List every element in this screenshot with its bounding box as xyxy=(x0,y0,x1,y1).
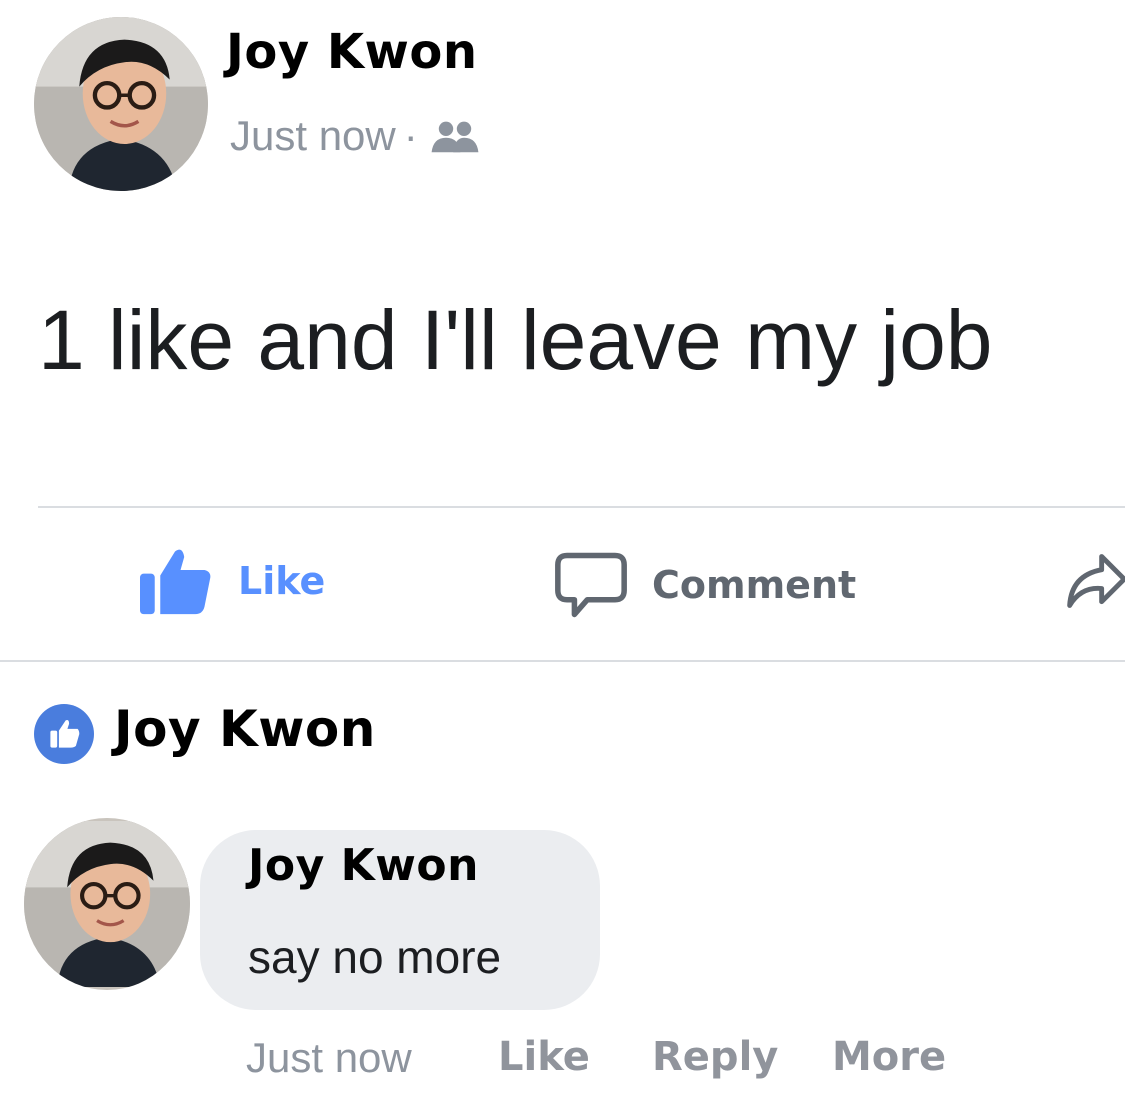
comment-bubble-icon xyxy=(555,552,627,618)
avatar-photo xyxy=(34,17,208,191)
friends-icon[interactable] xyxy=(428,117,482,155)
comment-author-avatar[interactable] xyxy=(24,818,190,990)
comment-button[interactable]: Comment xyxy=(554,550,856,620)
post-author-name[interactable]: Joy Kwon xyxy=(226,24,478,80)
post-author-avatar[interactable] xyxy=(34,17,208,191)
like-badge-icon[interactable] xyxy=(34,704,94,764)
comment-author-name[interactable]: Joy Kwon xyxy=(248,840,479,891)
comment-more-link[interactable]: More xyxy=(832,1034,946,1080)
comment-timestamp[interactable]: Just now xyxy=(246,1034,412,1082)
avatar-photo xyxy=(24,821,190,987)
post-divider-top xyxy=(38,506,1125,508)
post-text: 1 like and I'll leave my job xyxy=(38,293,993,387)
share-button[interactable] xyxy=(1064,548,1125,614)
meta-separator: · xyxy=(403,112,418,159)
like-button-label: Like xyxy=(238,559,326,603)
comment-like-link[interactable]: Like xyxy=(498,1034,590,1080)
comment-text: say no more xyxy=(248,931,502,983)
comment-button-label: Comment xyxy=(652,563,857,607)
like-button[interactable]: Like xyxy=(138,546,325,616)
thumbs-up-mini-icon xyxy=(50,719,80,748)
post-timestamp[interactable]: Just now xyxy=(230,112,396,160)
share-icon xyxy=(1067,554,1125,608)
post-meta: Just now · xyxy=(230,112,482,160)
liker-name[interactable]: Joy Kwon xyxy=(114,700,376,758)
comment-reply-link[interactable]: Reply xyxy=(652,1034,778,1080)
thumbs-up-icon xyxy=(140,549,211,615)
post-divider-bottom xyxy=(0,660,1125,662)
